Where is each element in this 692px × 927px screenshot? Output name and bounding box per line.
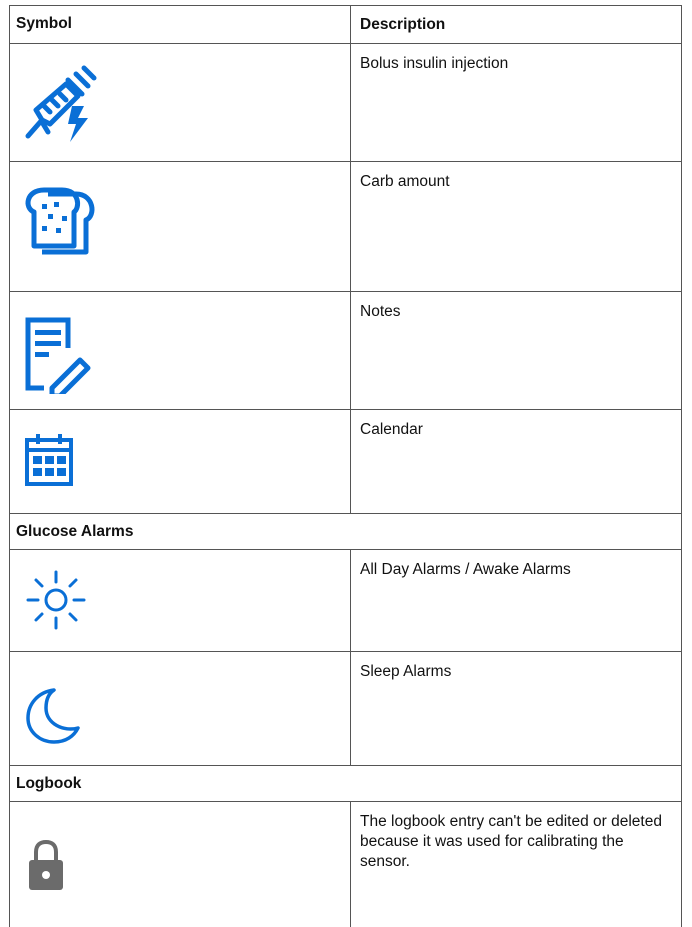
lock-icon — [26, 838, 66, 894]
table-row: Notes — [9, 291, 682, 409]
table-header-row: Symbol Description — [9, 5, 682, 43]
table-row: Sleep Alarms — [9, 651, 682, 765]
row-description: Carb amount — [360, 173, 450, 190]
notes-pencil-icon — [22, 314, 94, 394]
row-description: Calendar — [360, 421, 423, 438]
section-title: Glucose Alarms — [16, 523, 134, 540]
section-logbook: Logbook — [9, 765, 682, 801]
row-description: The logbook entry can't be edited or del… — [360, 813, 662, 870]
table-row: Calendar — [9, 409, 682, 513]
sun-icon — [24, 568, 88, 632]
row-description: All Day Alarms / Awake Alarms — [360, 561, 571, 578]
syringe-bolus-icon — [22, 60, 102, 142]
table-row: The logbook entry can't be edited or del… — [9, 801, 682, 927]
row-description: Bolus insulin injection — [360, 55, 509, 72]
bread-carb-icon — [22, 186, 98, 262]
table-row: All Day Alarms / Awake Alarms — [9, 549, 682, 651]
header-description: Description — [360, 16, 446, 33]
row-description: Notes — [360, 303, 401, 320]
moon-icon — [24, 686, 84, 746]
section-glucose-alarms: Glucose Alarms — [9, 513, 682, 549]
table-row: Bolus insulin injection — [9, 43, 682, 161]
header-symbol: Symbol — [10, 6, 351, 43]
calendar-icon — [24, 432, 76, 488]
section-title: Logbook — [16, 775, 82, 792]
row-description: Sleep Alarms — [360, 663, 452, 680]
symbol-table: Symbol Description Bolus insulin injecti… — [9, 5, 682, 927]
table-row: Carb amount — [9, 161, 682, 291]
